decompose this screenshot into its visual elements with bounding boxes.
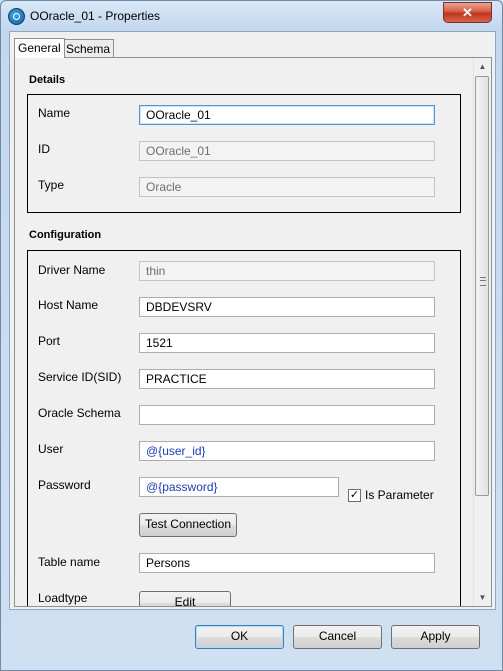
scrollbar-thumb[interactable] — [475, 76, 489, 496]
oracle-schema-label: Oracle Schema — [38, 406, 121, 420]
ok-button[interactable]: OK — [195, 625, 284, 649]
properties-dialog: OOracle_01 - Properties ✕ General Schema… — [0, 0, 503, 671]
tab-general[interactable]: General — [14, 38, 65, 58]
password-label: Password — [38, 478, 91, 492]
close-icon: ✕ — [462, 5, 473, 20]
title-bar[interactable]: OOracle_01 - Properties ✕ — [1, 1, 502, 31]
driver-name-field: thin — [139, 261, 435, 281]
app-icon — [8, 8, 25, 25]
name-label: Name — [38, 106, 71, 120]
driver-name-label: Driver Name — [38, 263, 106, 277]
oracle-schema-input[interactable] — [139, 405, 435, 425]
table-name-label: Table name — [38, 555, 101, 569]
details-group: Name OOracle_01 ID OOracle_01 Type Oracl… — [27, 94, 461, 213]
dialog-button-bar: OK Cancel Apply — [9, 609, 494, 664]
is-parameter-label: Is Parameter — [365, 488, 434, 502]
configuration-group: Driver Name thin Host Name DBDEVSRV Port… — [27, 250, 461, 606]
scroll-down-icon[interactable]: ▼ — [474, 589, 491, 606]
is-parameter-control[interactable]: ✓ Is Parameter — [348, 487, 434, 503]
id-label: ID — [38, 142, 50, 156]
window-title: OOracle_01 - Properties — [30, 9, 161, 23]
id-field: OOracle_01 — [139, 141, 435, 161]
is-parameter-checkbox[interactable]: ✓ — [348, 488, 361, 502]
close-button[interactable]: ✕ — [443, 2, 492, 23]
tab-schema[interactable]: Schema — [62, 39, 115, 57]
user-input[interactable]: @{user_id} — [139, 441, 435, 461]
test-connection-button[interactable]: Test Connection — [139, 513, 237, 537]
apply-button[interactable]: Apply — [391, 625, 480, 649]
loadtype-label: Loadtype — [38, 591, 88, 605]
sid-label: Service ID(SID) — [38, 370, 122, 384]
table-name-input[interactable]: Persons — [139, 553, 435, 573]
scroll-up-icon[interactable]: ▲ — [474, 58, 491, 75]
type-label: Type — [38, 178, 65, 192]
password-input[interactable]: @{password} — [139, 477, 339, 497]
loadtype-edit-button[interactable]: Edit — [139, 591, 231, 606]
dialog-client-area: General Schema Details Name OOracle_01 I… — [9, 31, 496, 610]
user-label: User — [38, 442, 64, 456]
grip-icon — [480, 277, 486, 286]
vertical-scrollbar[interactable]: ▲ ▼ — [473, 58, 491, 606]
name-input[interactable]: OOracle_01 — [139, 105, 435, 125]
host-name-input[interactable]: DBDEVSRV — [139, 297, 435, 317]
general-tab-panel: Details Name OOracle_01 ID OOracle_01 Ty… — [14, 57, 492, 607]
port-label: Port — [38, 334, 61, 348]
host-name-label: Host Name — [38, 298, 99, 312]
port-input[interactable]: 1521 — [139, 333, 435, 353]
details-section-title: Details — [29, 74, 66, 86]
sid-input[interactable]: PRACTICE — [139, 369, 435, 389]
configuration-section-title: Configuration — [29, 229, 102, 241]
type-field: Oracle — [139, 177, 435, 197]
cancel-button[interactable]: Cancel — [293, 625, 382, 649]
checkmark-icon: ✓ — [349, 488, 360, 501]
